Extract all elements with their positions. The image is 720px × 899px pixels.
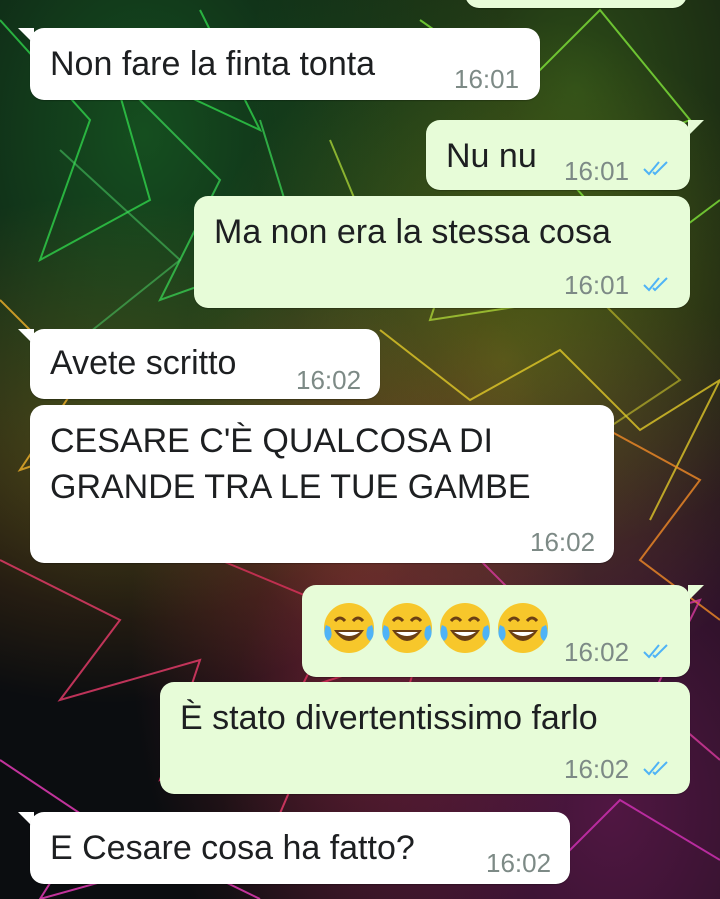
read-receipt-icon bbox=[643, 161, 668, 176]
message-bubble-outgoing[interactable]: Nu nu 16:01 bbox=[426, 120, 690, 190]
message-bubble-outgoing[interactable]: Ma non era la stessa cosa 16:01 bbox=[194, 196, 690, 308]
emoji-row bbox=[320, 599, 552, 657]
message-timestamp: 16:01 bbox=[454, 64, 520, 94]
message-text: Ma non era la stessa cosa bbox=[214, 213, 611, 251]
read-receipt-icon bbox=[643, 644, 668, 659]
message-bubble-incoming[interactable]: Non fare la finta tonta 16:01 bbox=[30, 28, 540, 100]
message-bubble-incoming[interactable]: CESARE C'È QUALCOSA DI GRANDE TRA LE TUE… bbox=[30, 405, 614, 563]
message-text: E Cesare cosa ha fatto? bbox=[50, 829, 415, 867]
message-bubble-outgoing[interactable]: È stato divertentissimo farlo 16:02 bbox=[160, 682, 690, 794]
message-bubble-partial bbox=[465, 0, 687, 8]
read-receipt-icon bbox=[643, 277, 668, 292]
tears-of-joy-emoji-icon bbox=[440, 603, 490, 653]
tears-of-joy-emoji-icon bbox=[382, 603, 432, 653]
message-timestamp: 16:01 bbox=[564, 270, 630, 300]
bubble-tail bbox=[688, 585, 704, 601]
message-bubble-incoming[interactable]: Avete scritto 16:02 bbox=[30, 329, 380, 399]
message-bubble-outgoing[interactable]: 16:02 bbox=[302, 585, 690, 677]
tears-of-joy-emoji-icon bbox=[498, 603, 548, 653]
message-text-line-2: GRANDE TRA LE TUE GAMBE bbox=[50, 468, 531, 506]
message-text: Non fare la finta tonta bbox=[50, 45, 376, 83]
message-timestamp: 16:02 bbox=[530, 527, 596, 557]
read-receipt-icon bbox=[643, 761, 668, 776]
message-bubble-incoming[interactable]: E Cesare cosa ha fatto? 16:02 bbox=[30, 812, 570, 884]
bubble-tail bbox=[688, 120, 704, 136]
tears-of-joy-emoji-icon bbox=[324, 603, 374, 653]
message-timestamp: 16:02 bbox=[564, 637, 630, 667]
message-timestamp: 16:02 bbox=[564, 754, 630, 784]
message-timestamp: 16:01 bbox=[564, 156, 630, 186]
message-text: Avete scritto bbox=[50, 344, 237, 382]
message-text: È stato divertentissimo farlo bbox=[180, 699, 598, 737]
message-text: Nu nu bbox=[446, 137, 537, 175]
message-timestamp: 16:02 bbox=[486, 848, 552, 878]
message-timestamp: 16:02 bbox=[296, 365, 362, 395]
